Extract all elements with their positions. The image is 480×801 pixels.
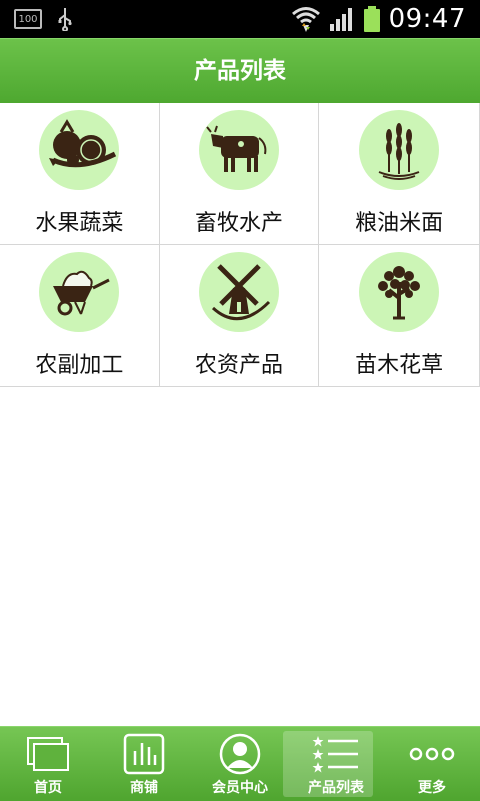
category-label: 畜牧水产 (195, 211, 284, 236)
status-bar: 100 09:47 (0, 0, 480, 38)
member-icon (219, 733, 261, 775)
battery-indicator-icon: 100 (14, 9, 42, 29)
tab-member-center[interactable]: 会员中心 (192, 727, 288, 801)
category-label: 农副加工 (35, 353, 124, 378)
bottom-tab-bar: 首页 商铺 会员中心 产品列表 更多 (0, 726, 480, 801)
battery-icon (363, 6, 380, 32)
tab-label: 产品列表 (308, 780, 364, 796)
tab-label: 更多 (418, 780, 446, 796)
tab-product-list[interactable]: 产品列表 (283, 727, 384, 801)
category-grain-oil[interactable]: 粮油米面 (319, 103, 480, 244)
category-seedlings[interactable]: 苗木花草 (319, 245, 480, 386)
cow-icon (198, 110, 279, 190)
clock: 09:47 (388, 4, 466, 34)
wheat-icon (359, 110, 440, 190)
tab-label: 会员中心 (212, 780, 268, 796)
category-row: 水果蔬菜 畜牧水产 粮油米面 (0, 103, 480, 245)
vegetables-icon (39, 110, 119, 190)
category-row: 农副加工 农资产品 苗木花草 (0, 245, 480, 387)
tab-shop[interactable]: 商铺 (96, 727, 192, 801)
page-title: 产品列表 (194, 58, 286, 84)
tab-more[interactable]: 更多 (384, 727, 480, 801)
wifi-icon (291, 7, 320, 32)
category-label: 水果蔬菜 (35, 211, 124, 236)
usb-icon (58, 8, 72, 31)
windmill-icon (198, 252, 279, 332)
category-label: 苗木花草 (355, 353, 444, 378)
list-icon (312, 736, 358, 773)
signal-icon (329, 8, 352, 31)
category-processed[interactable]: 农副加工 (0, 245, 160, 386)
category-agri-supplies[interactable]: 农资产品 (159, 245, 320, 386)
wheelbarrow-icon (39, 252, 119, 332)
category-grid: 水果蔬菜 畜牧水产 粮油米面 农副加工 农资产品 苗木花草 (0, 103, 480, 387)
category-livestock[interactable]: 畜牧水产 (159, 103, 320, 244)
tab-home[interactable]: 首页 (0, 727, 96, 801)
tab-label: 首页 (34, 780, 62, 796)
category-vegetables[interactable]: 水果蔬菜 (0, 103, 160, 244)
tree-icon (359, 252, 440, 332)
more-icon (409, 747, 455, 761)
category-label: 粮油米面 (355, 211, 444, 236)
app-header: 产品列表 (0, 38, 480, 103)
battery-small-text: 100 (18, 13, 38, 25)
category-label: 农资产品 (195, 353, 284, 378)
shop-icon (123, 733, 165, 775)
tab-label: 商铺 (130, 780, 158, 796)
home-icon (27, 737, 69, 771)
